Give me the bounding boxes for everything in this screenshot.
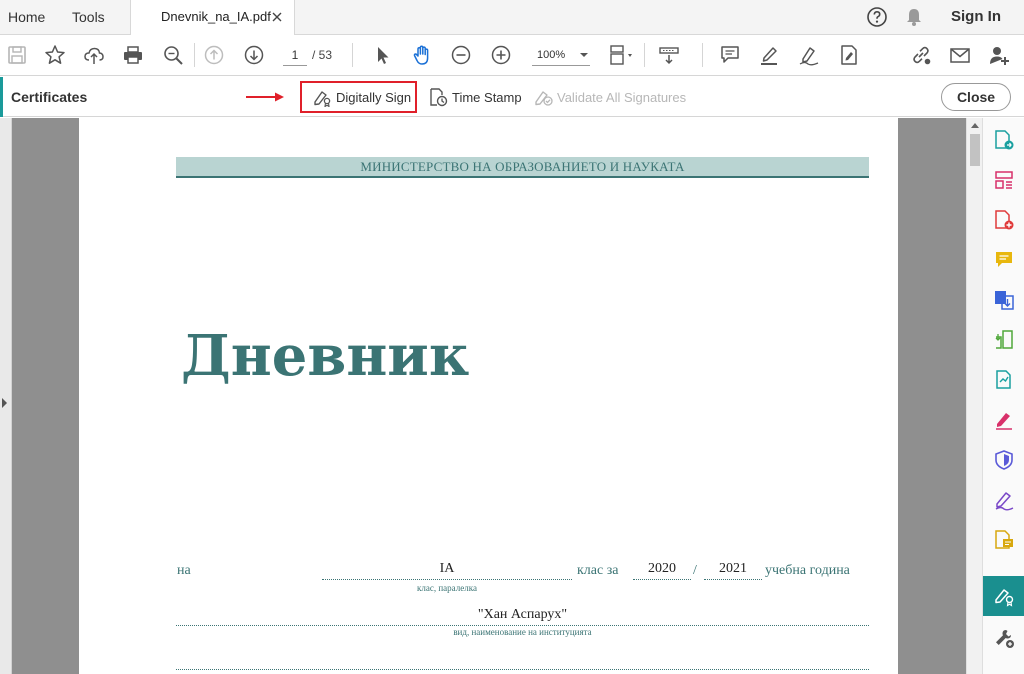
main-toolbar: 1 / 53 100% <box>0 35 1024 76</box>
select-cursor-icon[interactable] <box>372 44 394 66</box>
more-tools[interactable] <box>983 618 1024 658</box>
share-link-icon[interactable] <box>910 44 932 66</box>
page-number-input[interactable]: 1 <box>283 44 307 66</box>
sign-pen-icon[interactable] <box>798 44 820 66</box>
add-user-icon[interactable] <box>988 44 1010 66</box>
export-pdf-icon <box>995 130 1014 150</box>
year-to-underline <box>704 579 762 580</box>
bell-icon[interactable] <box>904 7 924 27</box>
year-from: 2020 <box>648 561 676 576</box>
institution-value: "Хан Аспарух" <box>477 607 568 622</box>
optimize-pdf-icon <box>996 370 1011 389</box>
compare-files-icon <box>995 330 1013 349</box>
fill-sign-tool[interactable] <box>983 400 1024 440</box>
tab-tools[interactable]: Tools <box>72 0 105 34</box>
certificates-toolbar: Certificates Digitally Sign Time Stamp V… <box>0 77 1024 117</box>
validate-signature-icon <box>535 91 553 106</box>
scroll-thumb[interactable] <box>970 134 980 166</box>
validate-all-signatures-button[interactable]: Validate All Signatures <box>533 81 686 113</box>
year-slash: / <box>693 563 697 578</box>
document-comment-icon <box>995 530 1013 549</box>
create-pdf-tool[interactable] <box>983 200 1024 240</box>
hand-tool-icon[interactable] <box>411 44 433 66</box>
tab-bar: Home Tools Dnevnik_na_IA.pdf Sign In <box>0 0 1024 35</box>
next-page-icon[interactable] <box>243 44 265 66</box>
shield-icon <box>995 450 1013 470</box>
right-tools-panel <box>982 118 1024 674</box>
zoom-value: 100% <box>537 49 566 61</box>
pdf-page: МИНИСТЕРСТВО НА ОБРАЗОВАНИЕТО И НАУКАТА … <box>79 118 898 674</box>
digital-sign-pen-icon <box>314 91 331 107</box>
empty-field-underline <box>176 669 869 670</box>
optimize-pdf-tool[interactable] <box>983 360 1024 400</box>
validate-all-label: Validate All Signatures <box>557 89 687 105</box>
sign-in-link[interactable]: Sign In <box>951 0 1001 34</box>
organize-pages-icon <box>995 171 1013 189</box>
chevron-down-icon <box>580 53 588 57</box>
create-pdf-icon <box>995 210 1014 230</box>
combine-files-tool[interactable] <box>983 280 1024 320</box>
print-icon[interactable] <box>122 44 144 66</box>
highlight-pen-icon[interactable] <box>758 44 780 66</box>
institution-underline <box>176 625 869 626</box>
page-total: / 53 <box>312 48 333 62</box>
cloud-upload-icon[interactable] <box>83 44 105 66</box>
previous-page-icon[interactable] <box>203 44 225 66</box>
class-value: IA <box>439 561 455 576</box>
time-stamp-label: Time Stamp <box>452 89 522 105</box>
comment-bubble-icon <box>996 252 1012 267</box>
scroll-mode-icon[interactable] <box>658 44 680 66</box>
star-icon[interactable] <box>44 44 66 66</box>
digitally-sign-label: Digitally Sign <box>336 89 412 105</box>
help-icon[interactable] <box>866 6 888 28</box>
label-uchebna-godina: учебна година <box>765 563 850 578</box>
email-icon[interactable] <box>949 44 971 66</box>
comment-tool[interactable] <box>983 240 1024 280</box>
label-na: на <box>177 563 191 578</box>
protect-tool[interactable] <box>983 440 1024 480</box>
time-stamp-button[interactable]: Time Stamp <box>428 81 522 113</box>
time-stamp-icon <box>430 88 448 107</box>
comment-icon[interactable] <box>719 44 741 66</box>
scroll-up-icon[interactable] <box>971 123 979 128</box>
certificates-title: Certificates <box>11 89 88 105</box>
left-panel-toggle[interactable] <box>0 118 12 674</box>
fill-sign-pen-icon <box>996 413 1012 430</box>
red-arrow-annotation <box>246 92 284 102</box>
class-underline <box>322 579 572 580</box>
organize-pages-tool[interactable] <box>983 160 1024 200</box>
label-klas-za: клас за <box>577 563 619 578</box>
page-display-icon[interactable] <box>608 44 636 66</box>
ministry-header: МИНИСТЕРСТВО НА ОБРАЗОВАНИЕТО И НАУКАТА <box>176 157 869 178</box>
tab-document[interactable]: Dnevnik_na_IA.pdf <box>130 0 295 35</box>
signature-pen-icon <box>995 492 1014 511</box>
request-signatures-tool[interactable] <box>983 480 1024 520</box>
wrench-plus-icon <box>996 630 1014 648</box>
year-from-underline <box>633 579 691 580</box>
tab-home[interactable]: Home <box>8 0 45 34</box>
zoom-in-icon[interactable] <box>490 44 512 66</box>
vertical-scrollbar[interactable] <box>966 118 982 674</box>
save-icon[interactable] <box>6 44 28 66</box>
close-tab-icon[interactable] <box>270 10 284 24</box>
combine-files-icon <box>995 291 1014 310</box>
zoom-select[interactable]: 100% <box>532 44 590 66</box>
tab-document-label: Dnevnik_na_IA.pdf <box>161 9 271 24</box>
close-button[interactable]: Close <box>941 83 1011 111</box>
fill-sign-icon[interactable] <box>838 44 860 66</box>
export-pdf-tool[interactable] <box>983 120 1024 160</box>
year-to: 2021 <box>719 561 747 576</box>
document-title: Дневник <box>181 323 470 389</box>
class-caption: клас, паралелка <box>417 583 477 593</box>
send-for-comments-tool[interactable] <box>983 520 1024 560</box>
certificate-pen-icon <box>995 589 1014 607</box>
accent-strip <box>0 77 3 117</box>
institution-caption: вид, наименование на институцията <box>453 627 592 637</box>
expand-arrow-icon <box>2 398 7 408</box>
zoom-search-icon[interactable] <box>162 44 184 66</box>
certificates-tool[interactable] <box>983 576 1024 616</box>
compare-files-tool[interactable] <box>983 320 1024 360</box>
zoom-out-icon[interactable] <box>450 44 472 66</box>
digitally-sign-button[interactable]: Digitally Sign <box>300 81 417 113</box>
